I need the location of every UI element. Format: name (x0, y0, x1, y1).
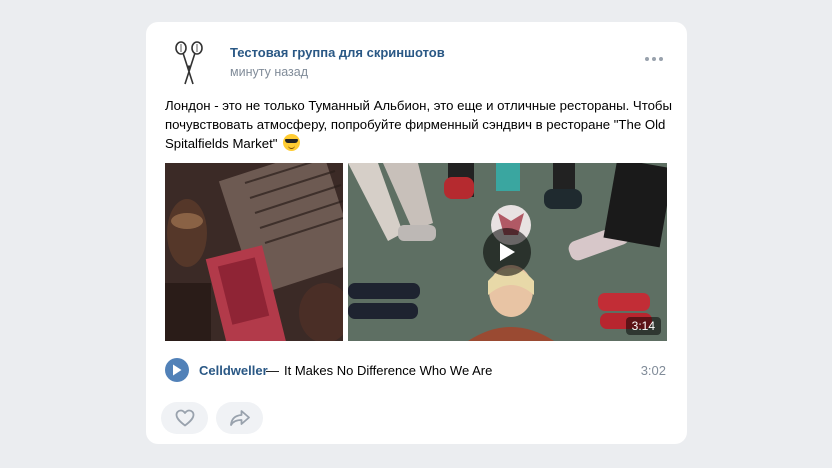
scissors-icon (175, 41, 203, 85)
heart-icon (175, 409, 194, 427)
audio-separator: — (266, 363, 279, 378)
post-photo[interactable] (165, 163, 343, 341)
audio-duration: 3:02 (640, 363, 666, 378)
share-icon (229, 410, 250, 426)
post-text-body: Лондон - это не только Туманный Альбион,… (165, 98, 672, 151)
video-play-button[interactable] (483, 228, 531, 276)
sunglasses-emoji-icon (283, 134, 301, 151)
audio-title: It Makes No Difference Who We Are (284, 363, 493, 378)
play-icon (500, 243, 515, 261)
post-card: Тестовая группа для скриншотов минуту на… (146, 22, 687, 444)
like-button[interactable] (161, 402, 208, 434)
photo-image (165, 163, 343, 341)
more-icon[interactable] (645, 54, 665, 64)
video-duration: 3:14 (625, 317, 661, 335)
audio-track[interactable]: Celldweller — It Makes No Difference Who… (165, 358, 667, 382)
post-text: Лондон - это не только Туманный Альбион,… (165, 96, 673, 153)
share-button[interactable] (216, 402, 263, 434)
post-video[interactable]: 3:14 (348, 163, 667, 341)
post-time[interactable]: минуту назад (230, 65, 308, 79)
group-avatar[interactable] (166, 40, 212, 86)
play-icon (173, 364, 182, 376)
audio-play-button[interactable] (165, 358, 189, 382)
audio-artist[interactable]: Celldweller (199, 363, 268, 378)
group-name-link[interactable]: Тестовая группа для скриншотов (230, 45, 445, 60)
